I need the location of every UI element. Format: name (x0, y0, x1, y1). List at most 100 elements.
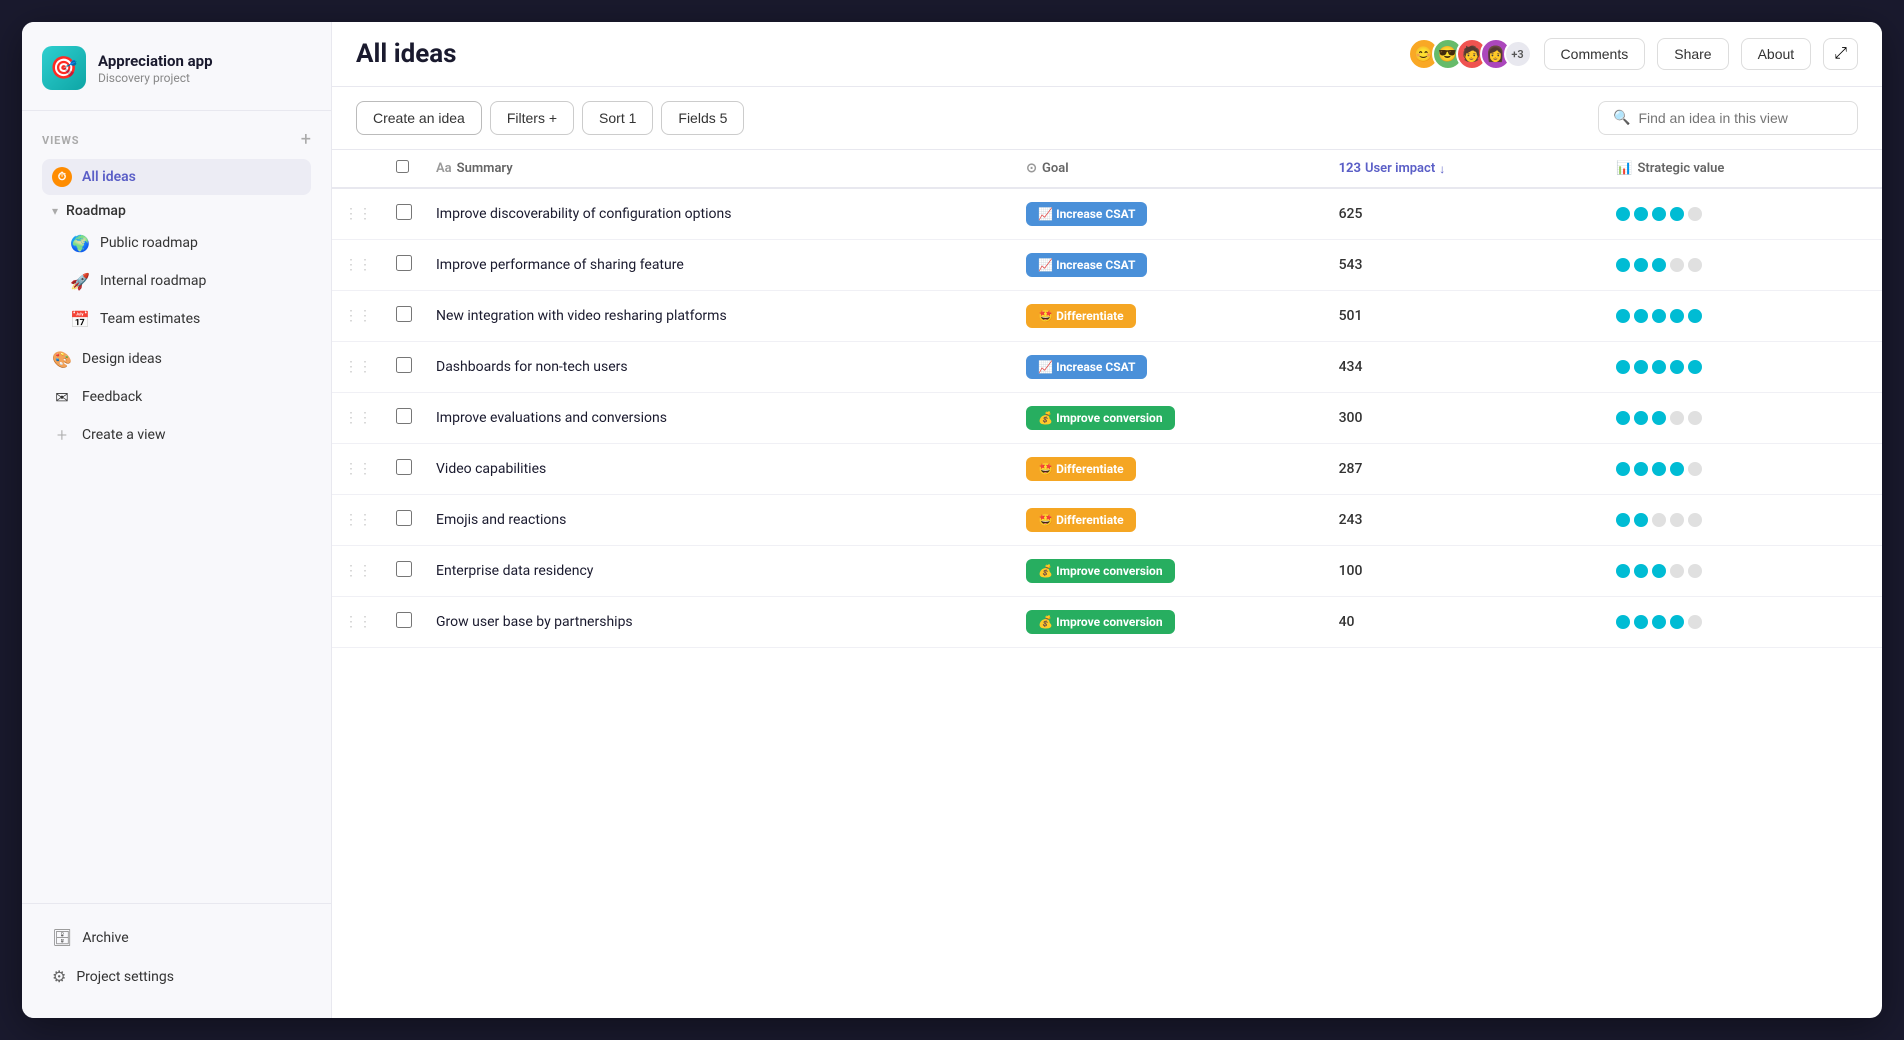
search-input[interactable] (1638, 110, 1838, 126)
expand-button[interactable]: ⤢ (1823, 38, 1858, 70)
row-checkbox[interactable] (396, 561, 412, 577)
dot-empty (1688, 258, 1702, 272)
row-goal[interactable]: 💰 Improve conversion (1014, 393, 1326, 444)
drag-handle[interactable]: ⋮⋮ (332, 444, 384, 495)
search-box: 🔍 (1598, 101, 1858, 135)
dot-filled (1616, 258, 1630, 272)
dot-filled (1688, 309, 1702, 323)
dot-filled (1652, 564, 1666, 578)
filters-button[interactable]: Filters + (490, 101, 574, 135)
drag-handle[interactable]: ⋮⋮ (332, 188, 384, 240)
app-title-block: Appreciation app Discovery project (98, 52, 213, 85)
row-summary[interactable]: Improve discoverability of configuration… (424, 188, 1014, 240)
idea-title: New integration with video resharing pla… (436, 308, 727, 324)
row-summary[interactable]: Video capabilities (424, 444, 1014, 495)
th-impact[interactable]: 123 User impact ↓ (1327, 150, 1605, 188)
fields-button[interactable]: Fields 5 (661, 101, 744, 135)
row-checkbox[interactable] (396, 612, 412, 628)
row-goal[interactable]: 📈 Increase CSAT (1014, 240, 1326, 291)
about-button[interactable]: About (1741, 38, 1812, 70)
row-checkbox[interactable] (396, 357, 412, 373)
table-row: ⋮⋮ Improve performance of sharing feature… (332, 240, 1882, 291)
row-goal[interactable]: 🤩 Differentiate (1014, 291, 1326, 342)
dot-empty (1688, 462, 1702, 476)
drag-handle[interactable]: ⋮⋮ (332, 495, 384, 546)
table-row: ⋮⋮ Dashboards for non-tech users📈 Increas… (332, 342, 1882, 393)
row-checkbox[interactable] (396, 459, 412, 475)
row-check (384, 597, 424, 648)
idea-title: Emojis and reactions (436, 512, 566, 528)
sidebar-group-roadmap: ▾ Roadmap 🌍 Public roadmap 🚀 Internal ro… (42, 197, 311, 337)
row-strategic (1604, 240, 1882, 291)
drag-handle[interactable]: ⋮⋮ (332, 597, 384, 648)
app-name: Appreciation app (98, 52, 213, 70)
drag-handle[interactable]: ⋮⋮ (332, 291, 384, 342)
sort-button[interactable]: Sort 1 (582, 101, 653, 135)
goal-badge: 🤩 Differentiate (1026, 508, 1136, 532)
create-idea-button[interactable]: Create an idea (356, 101, 482, 135)
goal-badge: 🤩 Differentiate (1026, 304, 1136, 328)
row-summary[interactable]: Improve evaluations and conversions (424, 393, 1014, 444)
sidebar: 🎯 Appreciation app Discovery project VIE… (22, 22, 332, 1018)
drag-handle[interactable]: ⋮⋮ (332, 342, 384, 393)
impact-value: 100 (1339, 563, 1363, 579)
sidebar-item-feedback[interactable]: ✉ Feedback (42, 379, 311, 415)
dot-filled (1634, 513, 1648, 527)
idea-title: Improve evaluations and conversions (436, 410, 667, 426)
avatars-group: 😊 😎 🧑 👩 +3 (1408, 38, 1532, 70)
row-summary[interactable]: Enterprise data residency (424, 546, 1014, 597)
sidebar-group-roadmap-header[interactable]: ▾ Roadmap (42, 197, 311, 225)
row-checkbox[interactable] (396, 306, 412, 322)
row-checkbox[interactable] (396, 255, 412, 271)
impact-value: 501 (1339, 308, 1363, 324)
search-icon: 🔍 (1613, 110, 1630, 126)
row-summary[interactable]: Grow user base by partnerships (424, 597, 1014, 648)
drag-handle[interactable]: ⋮⋮ (332, 546, 384, 597)
goal-badge: 🤩 Differentiate (1026, 457, 1136, 481)
summary-type-icon: Aa (436, 161, 452, 176)
table-row: ⋮⋮ Improve discoverability of configurati… (332, 188, 1882, 240)
comments-button[interactable]: Comments (1544, 38, 1646, 70)
goal-badge: 📈 Increase CSAT (1026, 253, 1147, 277)
drag-handle[interactable]: ⋮⋮ (332, 240, 384, 291)
row-goal[interactable]: 📈 Increase CSAT (1014, 342, 1326, 393)
sidebar-item-all-ideas[interactable]: ⏱ All ideas (42, 159, 311, 195)
row-goal[interactable]: 🤩 Differentiate (1014, 495, 1326, 546)
th-summary[interactable]: Aa Summary (424, 150, 1014, 188)
goal-badge: 💰 Improve conversion (1026, 559, 1174, 583)
row-goal[interactable]: 📈 Increase CSAT (1014, 188, 1326, 240)
row-checkbox[interactable] (396, 408, 412, 424)
row-strategic (1604, 444, 1882, 495)
sidebar-item-project-settings[interactable]: ⚙ Project settings (42, 959, 311, 994)
goal-type-icon: ⊙ (1026, 161, 1037, 176)
row-checkbox[interactable] (396, 204, 412, 220)
sidebar-add-view-button[interactable]: + (301, 131, 311, 149)
row-goal[interactable]: 💰 Improve conversion (1014, 546, 1326, 597)
dot-filled (1616, 513, 1630, 527)
row-summary[interactable]: Emojis and reactions (424, 495, 1014, 546)
sidebar-item-design-ideas[interactable]: 🎨 Design ideas (42, 341, 311, 377)
sidebar-item-create-view[interactable]: + Create a view (42, 417, 311, 453)
sidebar-item-team-estimates[interactable]: 📅 Team estimates (60, 301, 311, 337)
share-button[interactable]: Share (1657, 38, 1728, 70)
sidebar-item-archive[interactable]: 🗄 Archive (42, 920, 311, 955)
drag-handle[interactable]: ⋮⋮ (332, 393, 384, 444)
dot-filled (1634, 258, 1648, 272)
row-summary[interactable]: Dashboards for non-tech users (424, 342, 1014, 393)
row-strategic (1604, 546, 1882, 597)
row-checkbox[interactable] (396, 510, 412, 526)
select-all-checkbox[interactable] (396, 160, 409, 173)
th-goal[interactable]: ⊙ Goal (1014, 150, 1326, 188)
row-impact: 100 (1327, 546, 1605, 597)
row-goal[interactable]: 💰 Improve conversion (1014, 597, 1326, 648)
row-summary[interactable]: New integration with video resharing pla… (424, 291, 1014, 342)
row-goal[interactable]: 🤩 Differentiate (1014, 444, 1326, 495)
table-header: Aa Summary ⊙ Goal 123 (332, 150, 1882, 188)
row-summary[interactable]: Improve performance of sharing feature (424, 240, 1014, 291)
sidebar-item-public-roadmap[interactable]: 🌍 Public roadmap (60, 225, 311, 261)
sidebar-item-internal-roadmap[interactable]: 🚀 Internal roadmap (60, 263, 311, 299)
sidebar-views-section: VIEWS + ⏱ All ideas ▾ Roadmap 🌍 Public r… (22, 111, 331, 455)
th-strategic[interactable]: 📊 Strategic value (1604, 150, 1882, 188)
dot-filled (1634, 309, 1648, 323)
sidebar-item-label: Team estimates (100, 311, 200, 327)
